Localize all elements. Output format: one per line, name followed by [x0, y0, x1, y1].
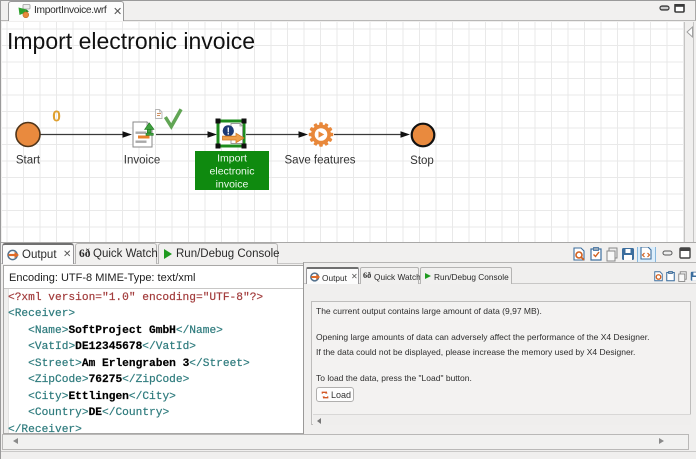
- svg-text:electronic: electronic: [210, 166, 255, 178]
- svg-text:Save features: Save features: [285, 155, 356, 167]
- svg-text:!: !: [227, 126, 230, 137]
- svg-text:Invoice: Invoice: [124, 155, 160, 167]
- svg-text:Import: Import: [217, 153, 247, 165]
- svg-text:Stop: Stop: [410, 155, 434, 167]
- svg-text:Start: Start: [16, 155, 41, 167]
- svg-text:0: 0: [52, 109, 61, 126]
- svg-text:invoice: invoice: [216, 179, 249, 191]
